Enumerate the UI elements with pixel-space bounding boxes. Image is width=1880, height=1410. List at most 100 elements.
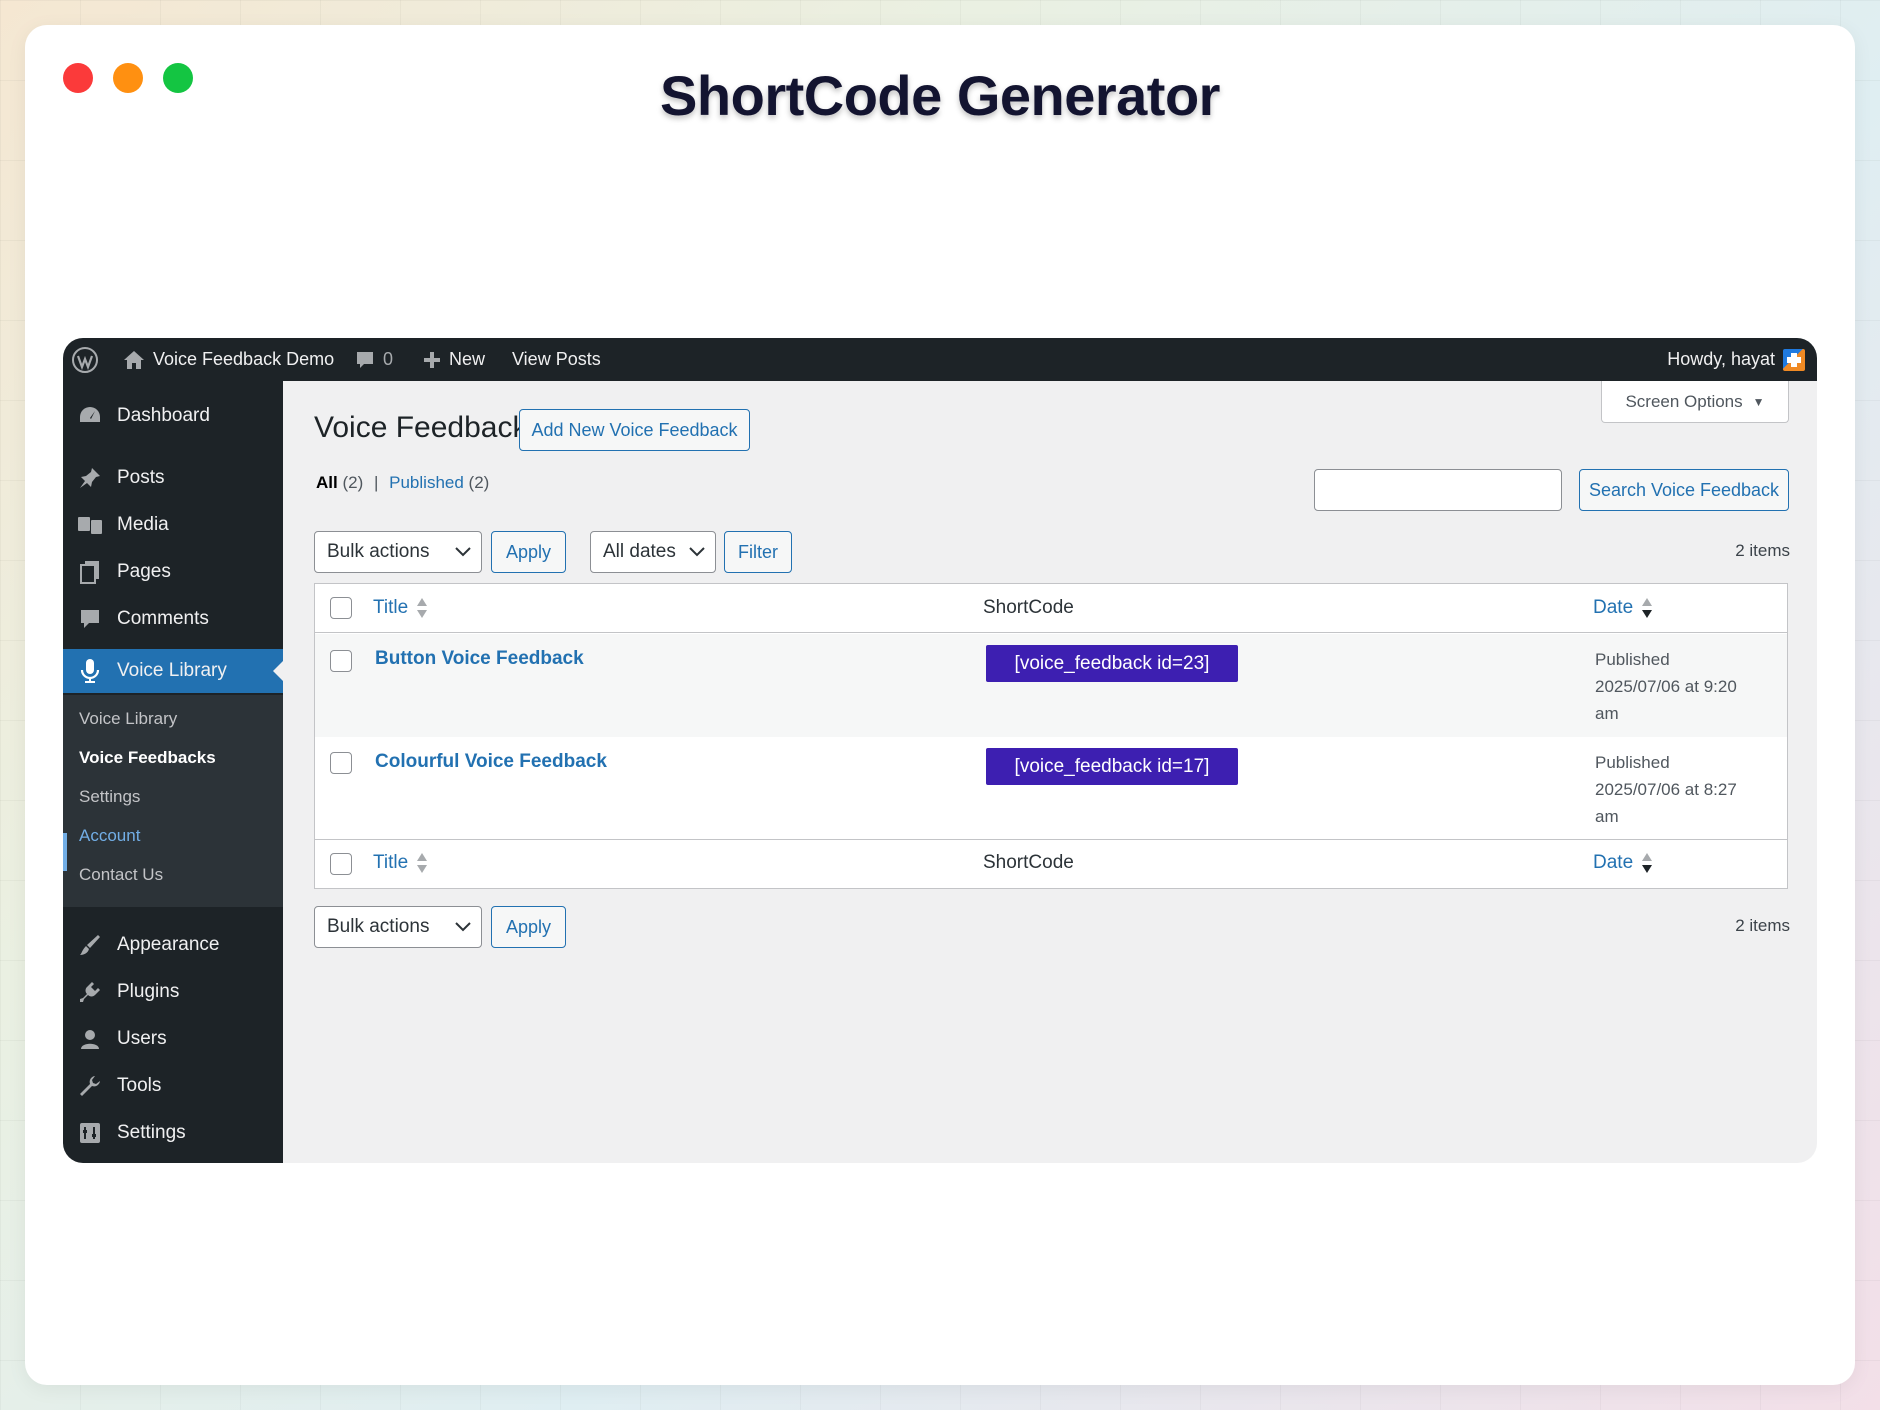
table-row: Button Voice Feedback [voice_feedback id… xyxy=(315,634,1787,737)
apply-button-bottom[interactable]: Apply xyxy=(491,906,566,948)
table-footer: Title ShortCode Date xyxy=(315,839,1787,888)
sidebar-item-dashboard[interactable]: Dashboard xyxy=(63,394,283,438)
sort-by-date-footer[interactable]: Date xyxy=(1593,852,1653,874)
admin-bar-comments[interactable]: 0 xyxy=(355,338,393,381)
admin-bar-site[interactable]: Voice Feedback Demo xyxy=(123,338,334,381)
sort-by-date[interactable]: Date xyxy=(1593,597,1653,619)
sidebar-item-users[interactable]: Users xyxy=(63,1017,283,1061)
submenu-voice-feedbacks[interactable]: Voice Feedbacks xyxy=(79,748,216,768)
comments-count: 0 xyxy=(383,349,394,369)
pin-icon xyxy=(75,466,105,490)
filter-separator: | xyxy=(373,473,379,492)
settings-icon xyxy=(75,1122,105,1144)
bulk-actions-select-bottom[interactable]: Bulk actions xyxy=(314,906,482,948)
sort-by-title-footer[interactable]: Title xyxy=(373,852,428,874)
filter-published-link[interactable]: Published xyxy=(389,473,464,492)
new-label: New xyxy=(449,349,486,369)
wordpress-admin-window: Voice Feedback Demo 0 New View Posts How… xyxy=(63,338,1817,1163)
sidebar-item-label: Voice Library xyxy=(117,660,227,681)
wrench-icon xyxy=(75,1074,105,1098)
sidebar-item-label: Comments xyxy=(117,608,209,629)
sidebar-item-plugins[interactable]: Plugins xyxy=(63,970,283,1014)
microphone-icon xyxy=(75,658,105,684)
voice-feedbacks-table: Title ShortCode Date Button Voice Feedba… xyxy=(314,583,1788,889)
column-date-label: Date xyxy=(1593,852,1634,873)
row-date: Published 2025/07/06 at 9:20 am xyxy=(1595,646,1775,727)
dates-value: All dates xyxy=(603,541,676,562)
dashboard-icon xyxy=(75,405,105,427)
filter-published-count: (2) xyxy=(468,473,490,492)
site-name: Voice Feedback Demo xyxy=(153,349,335,369)
sidebar-item-label: Dashboard xyxy=(117,405,210,426)
avatar xyxy=(1783,348,1805,371)
admin-sidebar: Dashboard Posts Media Pages Comments Voi… xyxy=(63,381,283,1163)
sidebar-item-label: Posts xyxy=(117,467,165,488)
admin-bar-account[interactable]: Howdy, hayat xyxy=(1667,338,1805,381)
sidebar-item-label: Settings xyxy=(117,1122,186,1143)
row-status: Published xyxy=(1595,650,1670,669)
submenu-contact-us[interactable]: Contact Us xyxy=(79,865,163,885)
sidebar-item-settings[interactable]: Settings xyxy=(63,1111,283,1155)
sidebar-item-pages[interactable]: Pages xyxy=(63,550,283,594)
chevron-down-icon xyxy=(689,547,705,557)
filter-button[interactable]: Filter xyxy=(724,531,792,573)
filter-all-link[interactable]: All xyxy=(316,473,338,492)
search-input[interactable] xyxy=(1314,469,1562,511)
bulk-actions-select-top[interactable]: Bulk actions xyxy=(314,531,482,573)
row-checkbox[interactable] xyxy=(330,752,352,774)
apply-button-top[interactable]: Apply xyxy=(491,531,566,573)
row-title-link[interactable]: Button Voice Feedback xyxy=(375,648,584,670)
shortcode-badge[interactable]: [voice_feedback id=23] xyxy=(986,645,1238,682)
view-posts-label: View Posts xyxy=(512,349,601,369)
wordpress-logo-icon[interactable] xyxy=(71,338,99,381)
row-status: Published xyxy=(1595,753,1670,772)
bulk-actions-value: Bulk actions xyxy=(327,541,430,562)
comment-icon xyxy=(357,351,373,368)
column-date-label: Date xyxy=(1593,597,1634,618)
sidebar-item-label: Media xyxy=(117,514,169,535)
sidebar-item-label: Pages xyxy=(117,561,171,582)
screen-options-button[interactable]: Screen Options ▼ xyxy=(1601,381,1789,423)
media-icon xyxy=(75,514,105,536)
sort-icon xyxy=(417,853,428,873)
caret-down-icon: ▼ xyxy=(1752,394,1765,409)
dates-select[interactable]: All dates xyxy=(590,531,716,573)
page-title: Voice Feedbacks xyxy=(314,411,543,444)
sidebar-item-media[interactable]: Media xyxy=(63,503,283,547)
pages-icon xyxy=(75,560,105,584)
select-all-checkbox[interactable] xyxy=(330,597,352,619)
submenu-voice-library[interactable]: Voice Library xyxy=(79,709,177,729)
row-date-value: 2025/07/06 at 8:27 xyxy=(1595,780,1737,799)
sidebar-item-comments[interactable]: Comments xyxy=(63,597,283,641)
row-date-ampm: am xyxy=(1595,807,1619,826)
row-checkbox[interactable] xyxy=(330,650,352,672)
sidebar-item-voice-library[interactable]: Voice Library xyxy=(63,649,283,693)
status-filter-links: All (2) | Published (2) xyxy=(316,473,489,493)
sidebar-item-label: Plugins xyxy=(117,981,180,1002)
sidebar-item-label: Appearance xyxy=(117,934,220,955)
voice-library-submenu: Voice Library Voice Feedbacks Settings A… xyxy=(63,695,283,907)
admin-bar-new[interactable]: New xyxy=(423,338,485,381)
shortcode-badge[interactable]: [voice_feedback id=17] xyxy=(986,748,1238,785)
add-new-button[interactable]: Add New Voice Feedback xyxy=(519,409,750,451)
row-date: Published 2025/07/06 at 8:27 am xyxy=(1595,749,1775,830)
sidebar-item-posts[interactable]: Posts xyxy=(63,456,283,500)
submenu-settings[interactable]: Settings xyxy=(79,787,140,807)
submenu-account[interactable]: Account xyxy=(79,826,140,846)
search-button[interactable]: Search Voice Feedback xyxy=(1579,469,1789,511)
sidebar-item-label: Tools xyxy=(117,1075,162,1096)
items-count-bottom: 2 items xyxy=(1735,916,1790,935)
select-all-checkbox-footer[interactable] xyxy=(330,853,352,875)
headline: ShortCode Generator xyxy=(660,64,1220,127)
chevron-down-icon xyxy=(455,922,471,932)
sidebar-item-appearance[interactable]: Appearance xyxy=(63,923,283,967)
user-icon xyxy=(75,1028,105,1050)
row-date-value: 2025/07/06 at 9:20 xyxy=(1595,677,1737,696)
home-icon xyxy=(124,350,144,369)
row-title-link[interactable]: Colourful Voice Feedback xyxy=(375,751,607,773)
sidebar-item-tools[interactable]: Tools xyxy=(63,1064,283,1108)
admin-bar-view-posts[interactable]: View Posts xyxy=(512,338,601,381)
table-row: Colourful Voice Feedback [voice_feedback… xyxy=(315,737,1787,840)
sort-by-title[interactable]: Title xyxy=(373,597,428,619)
comment-icon xyxy=(75,608,105,630)
